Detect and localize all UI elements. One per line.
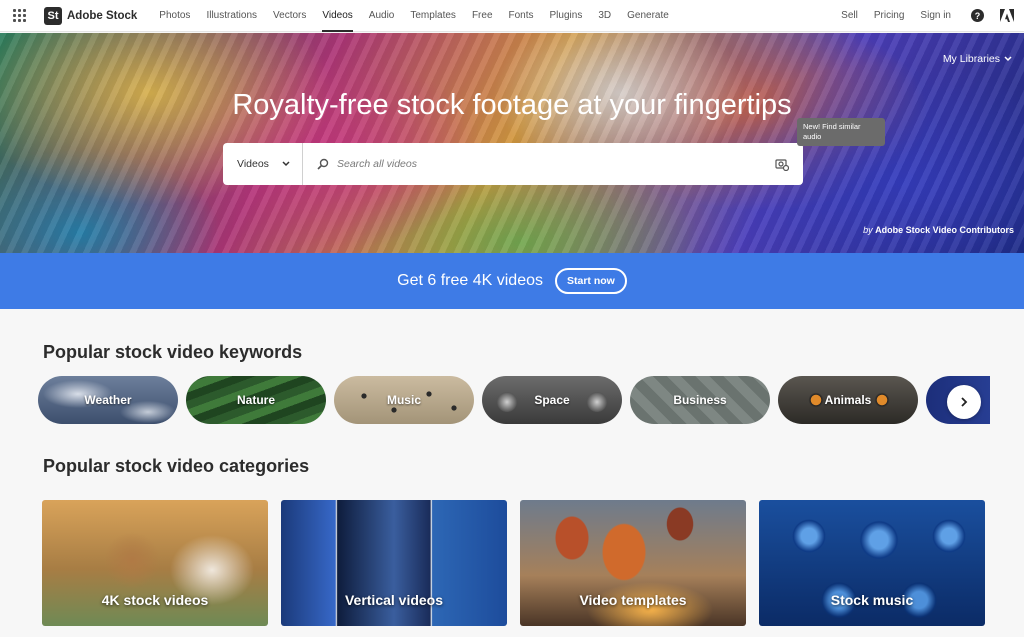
nav-link-pricing[interactable]: Pricing xyxy=(866,0,913,32)
credit-name[interactable]: Adobe Stock Video Contributors xyxy=(875,225,1014,235)
promo-text: Get 6 free 4K videos xyxy=(397,272,543,289)
credit-by: by xyxy=(863,225,873,235)
nav-link-audio[interactable]: Audio xyxy=(361,0,403,32)
search-icon xyxy=(317,158,329,170)
categories-grid: 4K stock videos Vertical videos Video te… xyxy=(42,500,985,626)
adobe-logo-icon[interactable] xyxy=(1000,9,1014,22)
help-icon[interactable]: ? xyxy=(971,9,984,22)
keyword-label: Space xyxy=(534,393,570,407)
search-bar: Videos xyxy=(223,143,803,185)
keywords-title: Popular stock video keywords xyxy=(43,342,303,362)
nav-link-3d[interactable]: 3D xyxy=(590,0,619,32)
chevron-down-icon xyxy=(1004,56,1012,62)
nav-link-illustrations[interactable]: Illustrations xyxy=(198,0,265,32)
category-card-vertical[interactable]: Vertical videos xyxy=(281,500,507,626)
nav-right: Sell Pricing Sign in ? xyxy=(833,0,1024,32)
nav-link-videos[interactable]: Videos xyxy=(314,0,360,32)
nav-link-free[interactable]: Free xyxy=(464,0,501,32)
category-label: Video templates xyxy=(579,592,687,608)
search-input[interactable] xyxy=(337,158,757,170)
logo-text: Adobe Stock xyxy=(67,9,138,22)
category-card-music[interactable]: Stock music xyxy=(759,500,985,626)
search-type-label: Videos xyxy=(237,158,269,170)
adobe-stock-logo[interactable]: St Adobe Stock xyxy=(44,6,138,25)
categories-title: Popular stock video categories xyxy=(43,456,310,476)
category-label: 4K stock videos xyxy=(101,592,209,608)
start-now-button[interactable]: Start now xyxy=(555,268,627,294)
my-libraries-label: My Libraries xyxy=(942,53,1000,65)
nav-link-photos[interactable]: Photos xyxy=(151,0,198,32)
keyword-pill-business[interactable]: Business xyxy=(630,376,770,424)
similar-audio-tooltip: New! Find similar audio xyxy=(797,118,885,146)
nav-link-vectors[interactable]: Vectors xyxy=(265,0,314,32)
keyword-pill-nature[interactable]: Nature xyxy=(186,376,326,424)
keyword-pill-animals[interactable]: Animals xyxy=(778,376,918,424)
top-nav: St Adobe Stock Photos Illustrations Vect… xyxy=(0,0,1024,32)
nav-link-generate[interactable]: Generate xyxy=(619,0,677,32)
promo-banner: Get 6 free 4K videos Start now xyxy=(0,253,1024,309)
search-type-dropdown[interactable]: Videos xyxy=(223,143,303,185)
image-credit: by Adobe Stock Video Contributors xyxy=(863,225,1014,235)
keyword-label: Nature xyxy=(236,393,275,407)
keyword-pill-weather[interactable]: Weather xyxy=(38,376,178,424)
keyword-pill-music[interactable]: Music xyxy=(334,376,474,424)
chevron-down-icon xyxy=(282,161,290,167)
chevron-right-icon[interactable] xyxy=(947,385,981,419)
category-card-4k[interactable]: 4K stock videos xyxy=(42,500,268,626)
visual-search-icon[interactable] xyxy=(775,157,789,171)
sign-in-link[interactable]: Sign in xyxy=(912,0,959,32)
nav-link-sell[interactable]: Sell xyxy=(833,0,866,32)
nav-link-templates[interactable]: Templates xyxy=(402,0,464,32)
keywords-carousel: Weather Nature Music Space Business Anim… xyxy=(38,374,990,430)
keyword-label: Animals xyxy=(824,393,872,407)
keyword-label: Music xyxy=(386,393,421,407)
keyword-label: Business xyxy=(673,393,727,407)
nav-link-fonts[interactable]: Fonts xyxy=(501,0,542,32)
my-libraries-button[interactable]: My Libraries xyxy=(943,53,1012,65)
category-label: Stock music xyxy=(830,592,914,608)
keyword-pill-space[interactable]: Space xyxy=(482,376,622,424)
apps-grid-icon[interactable] xyxy=(0,0,38,32)
category-card-templates[interactable]: Video templates xyxy=(520,500,746,626)
nav-links: Photos Illustrations Vectors Videos Audi… xyxy=(151,0,677,32)
nav-link-plugins[interactable]: Plugins xyxy=(542,0,591,32)
logo-badge: St xyxy=(44,6,62,25)
category-label: Vertical videos xyxy=(344,592,444,608)
keyword-label: Weather xyxy=(84,393,132,407)
